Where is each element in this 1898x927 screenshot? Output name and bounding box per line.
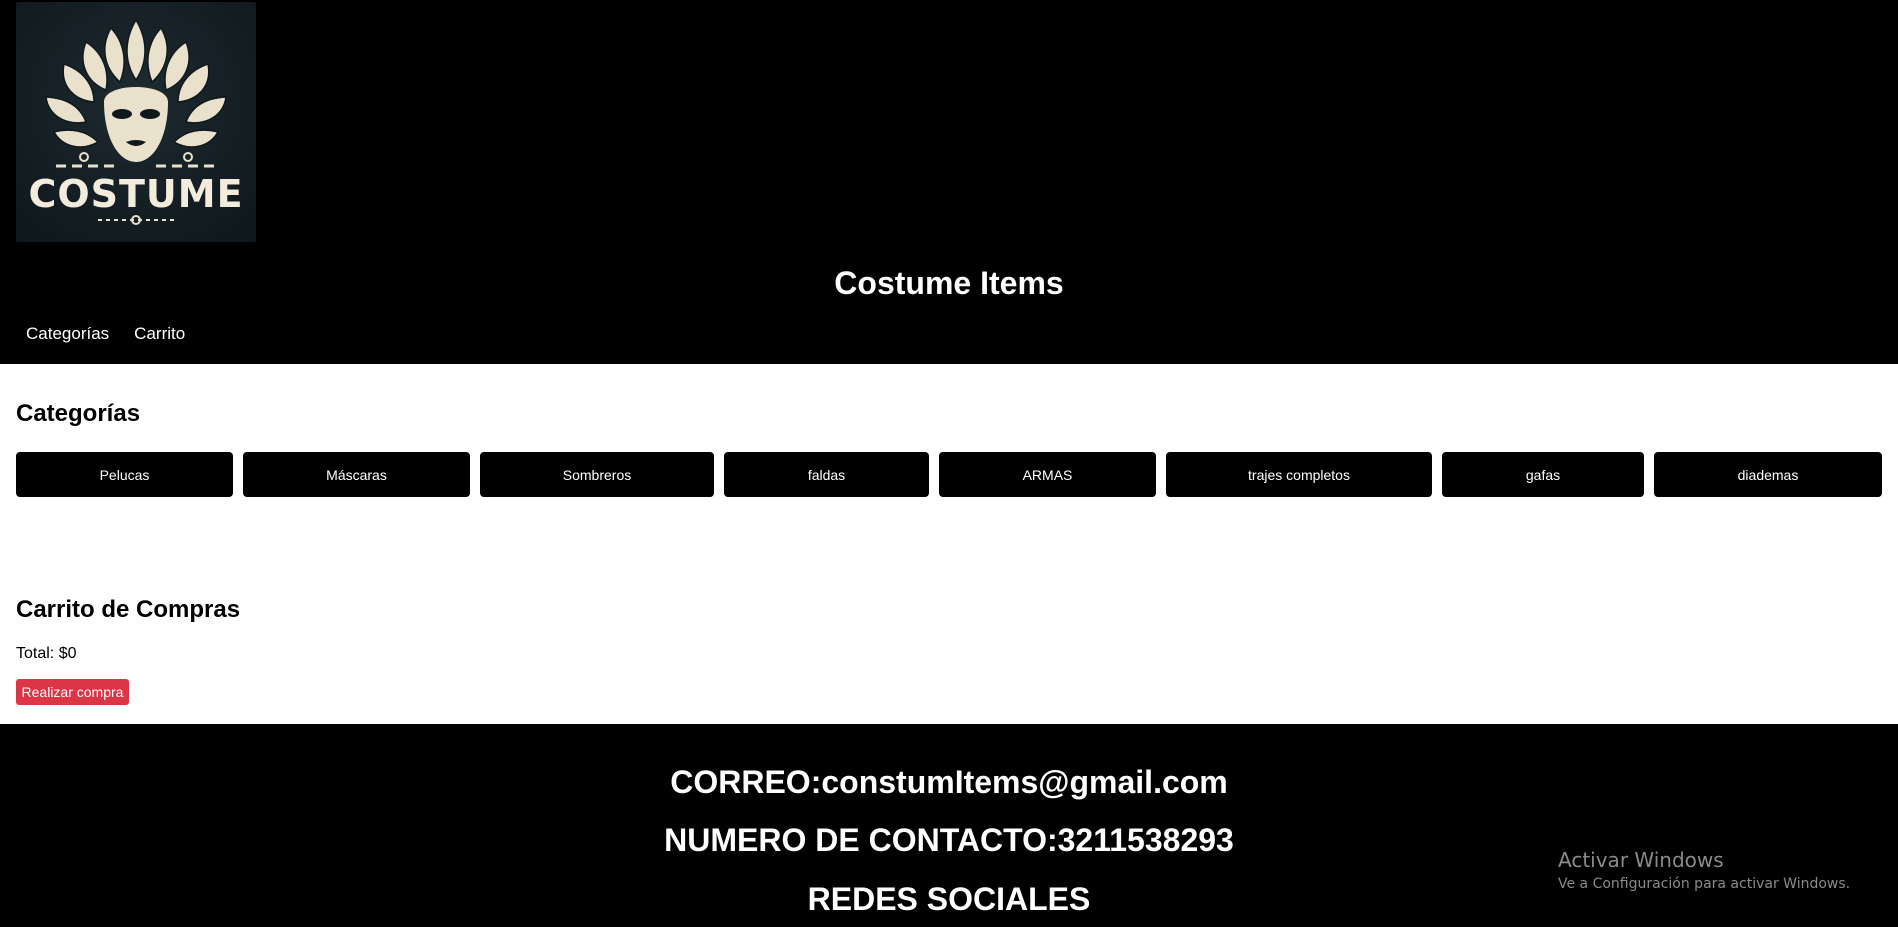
categories-heading: Categorías xyxy=(16,400,141,427)
category-button-pelucas[interactable]: Pelucas xyxy=(16,452,233,497)
categories-section: Categorías Pelucas Máscaras Sombreros fa… xyxy=(16,400,1882,497)
checkout-button[interactable]: Realizar compra xyxy=(16,679,129,705)
category-button-trajes-completos[interactable]: trajes completos xyxy=(1166,452,1432,497)
main-nav: Categorías Carrito xyxy=(26,324,185,344)
site-footer: CORREO:constumItems@gmail.com NUMERO DE … xyxy=(0,724,1898,927)
category-button-gafas[interactable]: gafas xyxy=(1442,452,1644,497)
logo-wordmark: COSTUME xyxy=(28,172,244,216)
cart-heading: Carrito de Compras xyxy=(16,596,241,623)
category-button-mascaras[interactable]: Máscaras xyxy=(243,452,470,497)
cart-section: Carrito de Compras Total: $0 Realizar co… xyxy=(16,596,816,705)
category-buttons: Pelucas Máscaras Sombreros faldas ARMAS … xyxy=(16,452,1882,497)
cart-total: Total: $0 xyxy=(16,645,77,662)
watermark-title: Activar Windows xyxy=(1558,848,1724,872)
windows-activation-watermark: Activar Windows Ve a Configuración para … xyxy=(1558,848,1850,892)
page-title: Costume Items xyxy=(834,265,1064,301)
nav-link-categorias[interactable]: Categorías xyxy=(26,324,109,344)
category-button-diademas[interactable]: diademas xyxy=(1654,452,1882,497)
watermark-subtitle: Ve a Configuración para activar Windows. xyxy=(1558,876,1851,892)
category-button-faldas[interactable]: faldas xyxy=(724,452,929,497)
contact-email: CORREO:constumItems@gmail.com xyxy=(670,764,1228,800)
nav-link-carrito[interactable]: Carrito xyxy=(134,324,185,344)
site-header: COSTUME Costume Items Categorías Carrito xyxy=(0,0,1898,364)
costume-logo[interactable]: COSTUME xyxy=(16,2,256,242)
category-button-sombreros[interactable]: Sombreros xyxy=(480,452,714,497)
category-button-armas[interactable]: ARMAS xyxy=(939,452,1156,497)
